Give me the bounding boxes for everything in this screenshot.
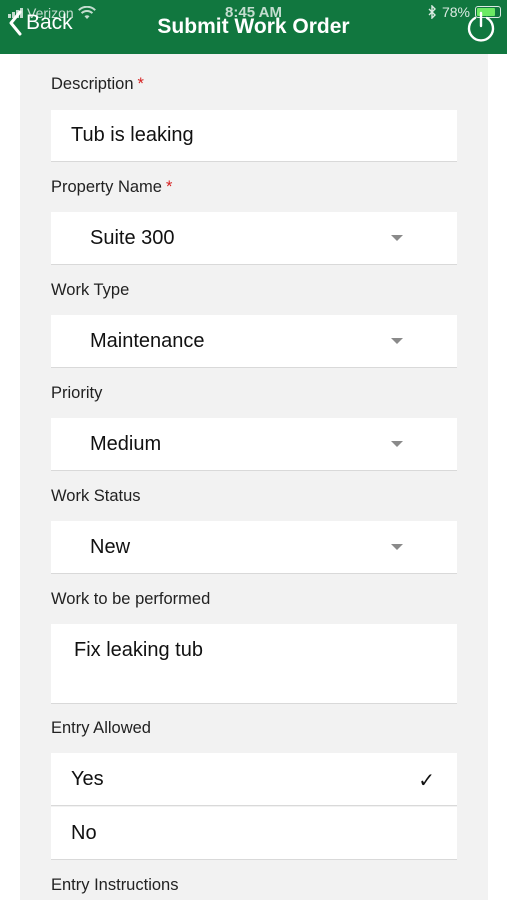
dropdown-caret-icon bbox=[391, 544, 403, 550]
work-status-select[interactable]: New bbox=[51, 521, 457, 574]
required-marker: * bbox=[137, 75, 144, 93]
property-name-select[interactable]: Suite 300 bbox=[51, 212, 457, 265]
property-name-label: Property Name * bbox=[51, 178, 173, 196]
dropdown-caret-icon bbox=[391, 235, 403, 241]
option-label: Yes bbox=[71, 768, 104, 790]
property-name-value: Suite 300 bbox=[90, 227, 175, 249]
work-to-be-performed-textarea[interactable]: Fix leaking tub bbox=[51, 624, 457, 704]
priority-select[interactable]: Medium bbox=[51, 418, 457, 471]
required-marker: * bbox=[165, 178, 173, 196]
priority-value: Medium bbox=[90, 433, 162, 455]
work-type-select[interactable]: Maintenance bbox=[51, 315, 457, 368]
work-type-value: Maintenance bbox=[90, 330, 205, 352]
work-status-label: Work Status bbox=[51, 487, 141, 505]
work-to-be-performed-label: Work to be performed bbox=[51, 590, 211, 608]
option-label: No bbox=[71, 822, 97, 844]
description-label: Description * bbox=[51, 75, 144, 93]
entry-allowed-option-no[interactable]: No bbox=[51, 807, 457, 860]
work-type-label: Work Type bbox=[51, 281, 130, 299]
dropdown-caret-icon bbox=[391, 441, 403, 447]
page-title: Submit Work Order bbox=[157, 15, 350, 38]
description-value: Tub is leaking bbox=[71, 124, 194, 146]
work-order-form: Description * Tub is leaking Property Nam… bbox=[20, 54, 488, 900]
entry-instructions-label: Entry Instructions bbox=[51, 876, 179, 894]
entry-allowed-label: Entry Allowed bbox=[51, 719, 151, 737]
work-to-be-performed-value: Fix leaking tub bbox=[74, 639, 203, 661]
checkmark-icon: ✓ bbox=[418, 770, 435, 792]
power-icon[interactable] bbox=[465, 10, 497, 44]
priority-label: Priority bbox=[51, 384, 103, 402]
description-input[interactable]: Tub is leaking bbox=[51, 110, 457, 162]
work-status-value: New bbox=[90, 536, 131, 558]
entry-allowed-option-yes[interactable]: Yes ✓ bbox=[51, 753, 457, 806]
dropdown-caret-icon bbox=[391, 338, 403, 344]
app-header: Verizon 8:45 AM 78% Back Submit Work Ord… bbox=[0, 0, 507, 54]
